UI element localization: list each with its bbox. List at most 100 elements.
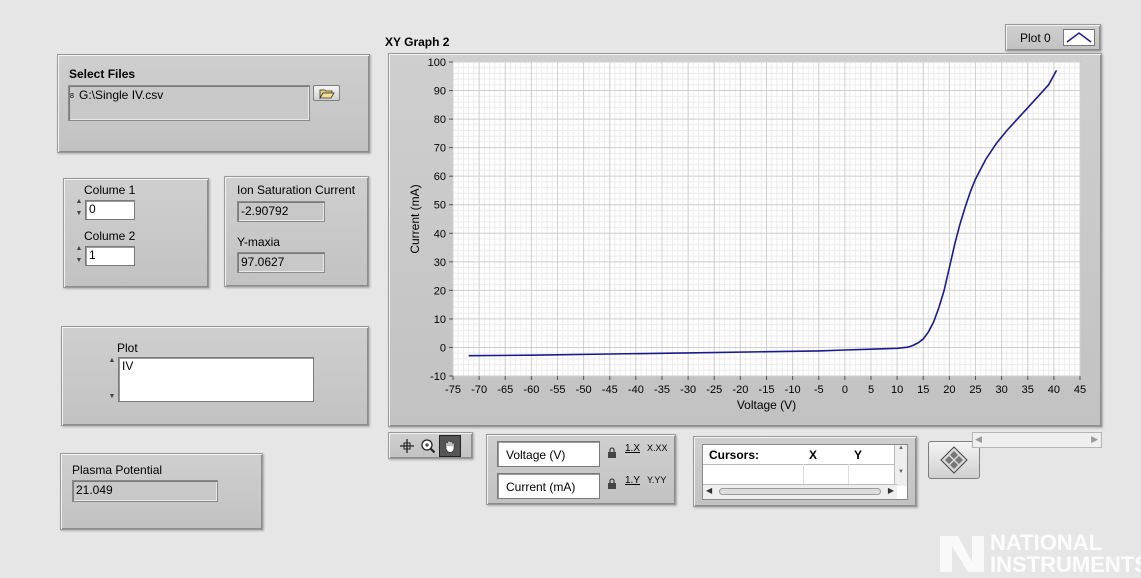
scroll-up-icon[interactable]: ▲ (895, 445, 907, 451)
plot-selector-spinner[interactable]: ▲ ▼ (107, 355, 117, 403)
file-path-prefix: 8 (70, 93, 74, 100)
spin-down-icon[interactable]: ▼ (74, 256, 84, 268)
x-tick-label: -75 (445, 384, 461, 396)
scroll-down-icon[interactable]: ▼ (895, 469, 907, 475)
cursors-title: Cursors: (709, 448, 760, 462)
columns-panel: Colume 1 ▲ ▼ 0 Colume 2 ▲ ▼ 1 (63, 178, 209, 288)
x-tick-label: -5 (814, 384, 824, 396)
y-tick-label: 10 (434, 314, 446, 326)
x-tick-label: -60 (523, 384, 539, 396)
column2-label: Colume 2 (84, 229, 136, 243)
zoom-tool[interactable] (418, 436, 438, 456)
scroll-right-icon[interactable]: ▶ (888, 486, 894, 495)
x-lock-icon[interactable] (607, 447, 617, 459)
pan-tool[interactable] (439, 434, 461, 457)
x-tick-label: -30 (680, 384, 696, 396)
x-tick-label: -55 (550, 384, 566, 396)
x-tick-label: 10 (891, 384, 903, 396)
cursor-legend: Cursors: X Y ▲ ▼ ◀ ▶ (693, 436, 917, 507)
y-tick-label: 0 (440, 342, 446, 354)
x-tick-label: -35 (654, 384, 670, 396)
ion-saturation-value: -2.90792 (237, 201, 325, 222)
folder-open-icon (318, 89, 335, 99)
x-format-button[interactable]: X.XX (647, 443, 668, 453)
legend-line-icon (1066, 32, 1092, 43)
x-tick-label: 30 (996, 384, 1008, 396)
y-tick-label: 20 (434, 285, 446, 297)
x-scale-name: Voltage (V) (497, 441, 600, 467)
y-format-button[interactable]: Y.YY (647, 475, 666, 485)
xy-graph[interactable]: -75 -70 -65 -60 -55 -50 -45 -40 -35 -30 -25 -20 -15-… (388, 53, 1102, 427)
x-tick-label: -65 (497, 384, 513, 396)
file-path-text: G:\Single IV.csv (79, 88, 164, 102)
x-axis-label: Voltage (V) (737, 398, 796, 412)
y-autoscale-button[interactable]: 1.Y (625, 475, 640, 486)
plasma-potential-value: 21.049 (72, 480, 218, 502)
hand-icon (445, 440, 455, 453)
scroll-left-icon[interactable]: ◀ (706, 486, 712, 495)
browse-button[interactable] (313, 85, 340, 101)
x-tick-label: -70 (471, 384, 487, 396)
spin-up-icon[interactable]: ▲ (107, 355, 117, 379)
column2-input[interactable]: 1 (85, 246, 135, 266)
column2-spinner[interactable]: ▲ ▼ (74, 244, 84, 268)
cursor-table[interactable]: Cursors: X Y ▲ ▼ ◀ ▶ (702, 444, 908, 500)
cursor-tool[interactable] (397, 436, 417, 456)
x-tick-label: -25 (706, 384, 722, 396)
y-axis-label: Current (mA) (408, 184, 422, 253)
cursor-col-x: X (809, 448, 818, 462)
y-tick-label: 60 (434, 171, 446, 183)
x-tick-label: 40 (1048, 384, 1060, 396)
legend-swatch (1063, 29, 1095, 46)
cursor-col-divider (803, 464, 804, 486)
scroll-thumb[interactable] (719, 488, 881, 495)
crosshair-icon (400, 438, 414, 453)
scroll-right-icon[interactable]: ▶ (1091, 434, 1098, 445)
y-tick-label: 70 (434, 143, 446, 155)
spin-up-icon[interactable]: ▲ (74, 244, 84, 256)
y-tick-label: 30 (434, 257, 446, 269)
plot-selector-list[interactable]: IV (118, 357, 314, 402)
select-files-panel: Select Files 8 G:\Single IV.csv (57, 54, 370, 153)
graph-hscrollbar[interactable]: ◀ ▶ (972, 432, 1102, 448)
national-instruments-logo: NATIONAL INSTRUMENTS (938, 530, 1141, 578)
select-files-label: Select Files (69, 67, 136, 81)
watermark-line2: INSTRUMENTS (990, 552, 1141, 577)
x-tick-label: 35 (1022, 384, 1034, 396)
cursor-col-y: Y (854, 448, 863, 462)
cursor-vscrollbar[interactable]: ▲ ▼ (894, 445, 907, 486)
scale-legend: Voltage (V) Current (mA) 1.X X.XX 1.Y Y.… (486, 434, 676, 505)
x-tick-label: -20 (732, 384, 748, 396)
y-scale-name: Current (mA) (497, 473, 600, 499)
ion-saturation-label: Ion Saturation Current (237, 183, 356, 197)
plot-legend[interactable]: Plot 0 (1005, 24, 1101, 51)
x-tick-label: -10 (785, 384, 801, 396)
cursor-hscrollbar[interactable]: ◀ ▶ (703, 484, 897, 499)
legend-label: Plot 0 (1020, 31, 1051, 45)
file-path-field[interactable]: 8 G:\Single IV.csv (68, 85, 310, 121)
results-panel: Ion Saturation Current -2.90792 Y-maxia … (224, 176, 369, 287)
column1-input[interactable]: 0 (85, 200, 135, 220)
plasma-potential-panel: Plasma Potential 21.049 (60, 453, 263, 530)
x-autoscale-button[interactable]: 1.X (625, 443, 640, 454)
spin-up-icon[interactable]: ▲ (74, 197, 84, 209)
y-axis: -10 0 10 20 30 40 50 60 70 80 90 100 (428, 57, 453, 383)
x-tick-label: 25 (969, 384, 981, 396)
y-lock-icon[interactable] (607, 478, 617, 490)
plot-selector-label: Plot (117, 341, 138, 355)
column1-spinner[interactable]: ▲ ▼ (74, 197, 84, 221)
spin-down-icon[interactable]: ▼ (107, 379, 117, 403)
y-tick-label: 90 (434, 86, 446, 98)
spin-down-icon[interactable]: ▼ (74, 209, 84, 221)
x-tick-label: 15 (917, 384, 929, 396)
x-tick-label: -15 (759, 384, 775, 396)
y-tick-label: 40 (434, 228, 446, 240)
graph-palette (388, 432, 473, 459)
y-tick-label: 80 (434, 114, 446, 126)
x-axis: -75 -70 -65 -60 -55 -50 -45 -40 -35 -30 -25 -20 -15-… (445, 376, 1086, 396)
x-tick-label: 45 (1074, 384, 1086, 396)
scroll-left-icon[interactable]: ◀ (975, 434, 982, 445)
cursor-col-divider (848, 464, 849, 486)
x-tick-label: -50 (576, 384, 592, 396)
y-tick-label: 50 (434, 200, 446, 212)
